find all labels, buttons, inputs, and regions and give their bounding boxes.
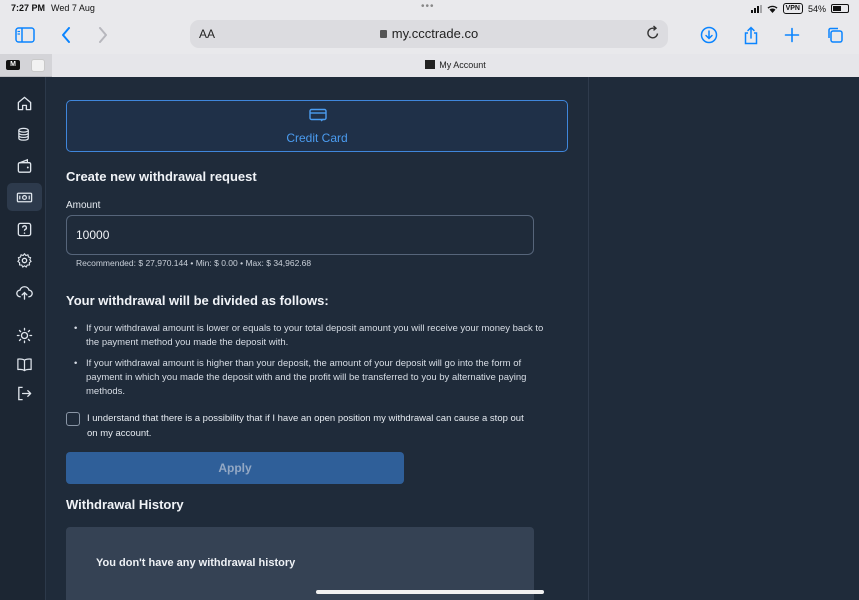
consent-label: I understand that there is a possibility… (87, 413, 524, 439)
amount-input[interactable] (66, 215, 534, 255)
division-heading: Your withdrawal will be divided as follo… (66, 293, 329, 308)
site-favicon-icon (425, 60, 436, 69)
lock-icon (379, 30, 387, 38)
book-icon[interactable] (7, 350, 42, 378)
settings-icon[interactable] (7, 246, 42, 274)
app-sidebar (0, 77, 46, 600)
home-indicator[interactable] (316, 590, 544, 594)
consent-checkbox[interactable] (66, 412, 80, 426)
pinned-tab-2-favicon[interactable] (31, 59, 45, 72)
amount-label: Amount (66, 200, 101, 211)
create-request-heading: Create new withdrawal request (66, 169, 257, 184)
tab-overview-icon[interactable] (824, 24, 846, 46)
division-list: If your withdrawal amount is lower or eq… (74, 322, 544, 406)
battery-percent: 54% (807, 3, 826, 14)
tab-bar: M My Account (0, 54, 859, 77)
sun-icon[interactable] (7, 321, 42, 349)
url-text: my.ccctrade.co (391, 26, 479, 41)
coins-icon[interactable] (7, 120, 42, 148)
status-bar: 7:27 PM Wed 7 Aug ••• VPN 54% (0, 0, 859, 17)
upload-icon[interactable] (7, 278, 42, 306)
withdraw-money-icon[interactable] (7, 183, 42, 211)
list-item: If your withdrawal amount is higher than… (74, 357, 544, 399)
tab-title: My Account (439, 60, 486, 70)
cellular-signal-icon (750, 4, 762, 13)
status-time: 7:27 PM (11, 3, 46, 13)
new-tab-icon[interactable] (781, 24, 803, 46)
wifi-icon (767, 5, 778, 13)
right-panel (588, 77, 859, 600)
active-tab[interactable]: My Account (52, 54, 859, 77)
address-bar[interactable]: AA my.ccctrade.co (190, 20, 668, 48)
url-display[interactable]: my.ccctrade.co (190, 26, 668, 41)
forward-icon[interactable] (92, 24, 114, 46)
pinned-tab-favicon[interactable]: M (6, 60, 20, 70)
vpn-badge: VPN (782, 3, 803, 14)
withdrawal-history-heading: Withdrawal History (66, 497, 184, 512)
apply-button[interactable]: Apply (66, 452, 404, 484)
battery-icon (831, 4, 849, 13)
credit-card-icon (309, 108, 327, 127)
help-icon[interactable] (7, 215, 42, 243)
download-icon[interactable] (698, 24, 720, 46)
home-icon[interactable] (7, 89, 42, 117)
share-icon[interactable] (740, 24, 762, 46)
credit-card-option[interactable]: Credit Card (66, 100, 568, 152)
wallet-icon[interactable] (7, 152, 42, 180)
list-item: If your withdrawal amount is lower or eq… (74, 322, 544, 350)
logout-icon[interactable] (7, 379, 42, 407)
multitasking-dots[interactable]: ••• (421, 1, 435, 12)
reload-icon[interactable] (646, 25, 660, 45)
status-indicators: VPN 54% (750, 3, 849, 14)
back-icon[interactable] (55, 24, 77, 46)
status-date: Wed 7 Aug (51, 3, 95, 13)
credit-card-label: Credit Card (286, 131, 348, 145)
amount-hint: Recommended: $ 27,970.144 • Min: $ 0.00 … (76, 258, 312, 268)
empty-history-text: You don't have any withdrawal history (96, 557, 296, 569)
main-content: Credit Card Create new withdrawal reques… (46, 77, 588, 600)
sidebar-toggle-icon[interactable] (14, 24, 36, 46)
